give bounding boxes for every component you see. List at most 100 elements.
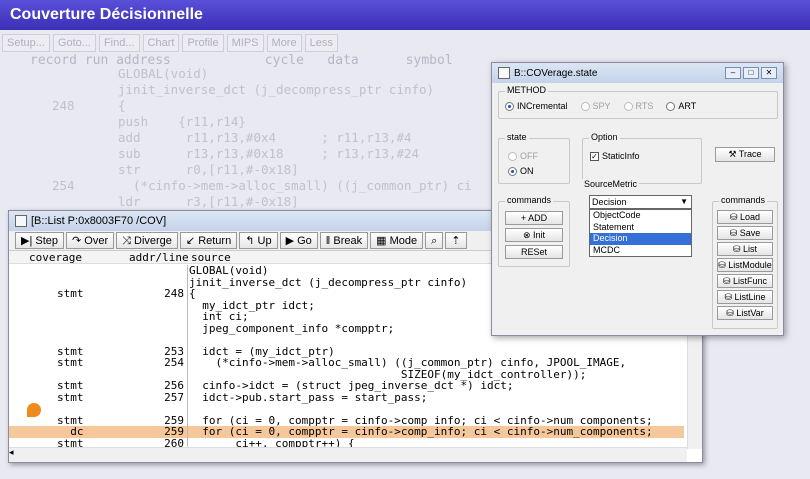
- background-code-line: push {r11,r14}: [118, 114, 246, 129]
- setup-button[interactable]: Setup...: [2, 34, 50, 52]
- listmodule-button[interactable]: ⛁ ListModule: [717, 258, 773, 272]
- state-group: state OFF ON: [498, 132, 570, 184]
- addr-line-header[interactable]: addr/line: [129, 251, 189, 264]
- coverage-cell: stmt: [57, 356, 84, 369]
- over-button[interactable]: ↷ Over: [66, 232, 115, 249]
- coverage-header[interactable]: coverage: [29, 251, 82, 264]
- step-up-icon[interactable]: ⇡: [445, 232, 467, 249]
- option-group: Option ✓ StaticInfo: [582, 132, 702, 184]
- window-icon: [15, 215, 27, 227]
- method-group: METHOD INCremental SPY RTS ART: [498, 85, 778, 119]
- source-cell: for (ci = 0, compptr = cinfo->comp_info;…: [189, 425, 653, 438]
- list-row[interactable]: stmt 256 cinfo->idct = (struct jpeg_inver…: [9, 380, 684, 392]
- save-button[interactable]: ⛁ Save: [717, 226, 773, 240]
- sourcemetric-label: SourceMetric: [582, 179, 640, 189]
- coverage-cell: stmt: [57, 390, 84, 404]
- coverage-cell: stmt: [57, 379, 84, 392]
- less-button[interactable]: Less: [304, 34, 338, 52]
- source-cell: jinit_inverse_dct (j_decompress_ptr cinf…: [189, 275, 468, 289]
- source-cell: cinfo->idct = (struct jpeg_inverse_dct *…: [189, 379, 514, 392]
- staticinfo-checkbox[interactable]: ✓ StaticInfo: [590, 151, 640, 161]
- background-code-line: {: [118, 98, 126, 113]
- breakpoint-marker-icon: [27, 403, 41, 417]
- coverage-window-titlebar: B::COVerage.state – □ ✕: [492, 63, 783, 83]
- line-number-cell: 256: [164, 379, 184, 392]
- mode-button[interactable]: ▦ Mode: [370, 232, 424, 249]
- source-cell: (*cinfo->mem->alloc_small) ((j_common_pt…: [189, 356, 627, 369]
- find-icon[interactable]: ⌕: [425, 232, 444, 249]
- minimize-icon[interactable]: –: [725, 67, 741, 79]
- break-button[interactable]: ‖ Break: [319, 232, 369, 249]
- right-commands-group: commands ⛁ Load ⛁ Save ⛁ List ⛁ ListModu…: [712, 195, 778, 329]
- background-code-line: GLOBAL(void): [118, 66, 209, 81]
- state-label: state: [505, 132, 529, 142]
- metric-option-mcdc[interactable]: MCDC: [590, 245, 691, 257]
- chevron-down-icon: ▼: [680, 197, 688, 206]
- chart-button[interactable]: Chart: [142, 34, 180, 52]
- trace-button[interactable]: ⚒ Trace: [715, 147, 775, 162]
- list-button[interactable]: ⛁ List: [717, 242, 773, 256]
- background-code-line: str r0,[r11,#-0x18]: [118, 162, 299, 177]
- listline-button[interactable]: ⛁ ListLine: [717, 290, 773, 304]
- window-controls: – □ ✕: [725, 67, 777, 79]
- option-label: Option: [589, 132, 620, 142]
- method-art-radio[interactable]: ART: [666, 101, 696, 111]
- load-button[interactable]: ⛁ Load: [717, 210, 773, 224]
- source-cell: idct->pub.start_pass = start_pass;: [189, 390, 428, 404]
- mips-button[interactable]: MIPS: [226, 34, 264, 52]
- background-code-line: sub r13,r13,#0x18 ; r13,r13,#24: [118, 146, 420, 161]
- horizontal-scrollbar[interactable]: ◂: [9, 447, 687, 462]
- coverage-cell: stmt: [57, 287, 84, 300]
- diverge-button[interactable]: ⤨ Diverge: [116, 232, 178, 249]
- list-row[interactable]: [9, 403, 684, 415]
- method-spy-radio[interactable]: SPY: [580, 101, 611, 111]
- reset-button[interactable]: RESet: [505, 245, 563, 259]
- source-cell: GLOBAL(void): [189, 265, 269, 277]
- find-button[interactable]: Find...: [98, 34, 140, 52]
- line-number-cell: 257: [164, 390, 184, 404]
- left-commands-group: commands + ADD ⊗ Init RESet: [498, 195, 570, 267]
- page-title: Couverture Décisionnelle: [0, 0, 810, 30]
- return-button[interactable]: ↙ Return: [179, 232, 238, 249]
- listvar-button[interactable]: ⛁ ListVar: [717, 306, 773, 320]
- source-cell: jpeg_component_info *compptr;: [189, 321, 395, 335]
- list-row[interactable]: dc 259 for (ci = 0, compptr = cinfo->comp…: [9, 426, 684, 438]
- method-incremental-radio[interactable]: INCremental: [505, 101, 568, 111]
- init-button[interactable]: ⊗ Init: [505, 228, 563, 242]
- background-toolbar: Setup... Goto... Find... Chart Profile M…: [0, 34, 810, 54]
- profile-button[interactable]: Profile: [182, 34, 224, 52]
- background-code-line: add r11,r13,#0x4 ; r11,r13,#4: [118, 130, 412, 145]
- close-icon[interactable]: ✕: [761, 67, 777, 79]
- add-button[interactable]: + ADD: [505, 211, 563, 225]
- list-row[interactable]: stmt 257 idct->pub.start_pass = start_pas…: [9, 390, 684, 404]
- method-label: METHOD: [505, 85, 548, 95]
- metric-option-statement[interactable]: Statement: [590, 222, 691, 234]
- state-off-radio[interactable]: OFF: [508, 151, 538, 161]
- up-button[interactable]: ↰ Up: [239, 232, 278, 249]
- background-code-line: jinit_inverse_dct (j_decompress_ptr cinf…: [118, 82, 435, 97]
- background-code-line: (*cinfo->mem->alloc_small) ((j_common_pt…: [118, 178, 472, 193]
- list-window-title: [B::List P:0x8003F70 /COV]: [31, 215, 167, 227]
- commands-label: commands: [505, 195, 554, 205]
- background-line-number: 254: [52, 178, 75, 193]
- goto-button[interactable]: Goto...: [52, 34, 96, 52]
- background-line-number: 248: [52, 98, 75, 113]
- sourcemetric-dropdown: ObjectCode Statement Decision MCDC: [589, 209, 692, 257]
- source-cell: int ci;: [189, 310, 249, 323]
- list-row[interactable]: stmt 254 (*cinfo->mem->alloc_small) ((j_c…: [9, 357, 684, 369]
- step-button[interactable]: ▶| Step: [15, 232, 65, 249]
- coverage-state-window: B::COVerage.state – □ ✕ METHOD INCrement…: [491, 62, 784, 336]
- state-on-radio[interactable]: ON: [508, 166, 534, 176]
- metric-option-decision[interactable]: Decision: [590, 233, 691, 245]
- go-button[interactable]: ▶ Go: [279, 232, 318, 249]
- maximize-icon[interactable]: □: [743, 67, 759, 79]
- metric-option-objectcode[interactable]: ObjectCode: [590, 210, 691, 222]
- source-header[interactable]: source: [191, 251, 231, 264]
- column-separator: [187, 265, 188, 449]
- method-rts-radio[interactable]: RTS: [623, 101, 653, 111]
- sourcemetric-select[interactable]: Decision ▼: [589, 195, 692, 209]
- background-code-line: ldr r3,[r11,#-0x18]: [118, 194, 299, 209]
- coverage-cell: dc: [57, 425, 84, 438]
- listfunc-button[interactable]: ⛁ ListFunc: [717, 274, 773, 288]
- more-button[interactable]: More: [266, 34, 302, 52]
